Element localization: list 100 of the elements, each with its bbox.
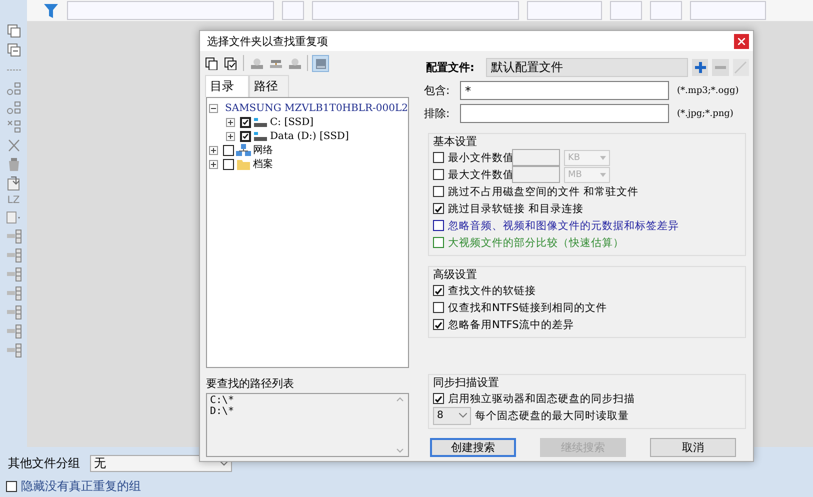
checkbox[interactable] xyxy=(223,144,234,156)
copy-icon[interactable] xyxy=(6,24,22,39)
columns-icon[interactable] xyxy=(6,267,22,282)
tree-icon[interactable] xyxy=(6,119,22,134)
checkbox-label: 跳过目录软链接 和目录连接 xyxy=(448,202,584,216)
caret-icon xyxy=(220,461,228,466)
columns-icon[interactable] xyxy=(6,343,22,358)
size-field[interactable] xyxy=(512,149,560,166)
close-icon xyxy=(738,38,745,44)
tree-item[interactable]: C: [SSD] xyxy=(270,116,314,128)
group-select[interactable]: 无 xyxy=(90,455,232,472)
checkbox[interactable] xyxy=(433,302,444,313)
checkbox[interactable] xyxy=(433,186,444,197)
drive-icon xyxy=(288,56,301,70)
text-field[interactable] xyxy=(282,1,304,20)
columns-icon[interactable] xyxy=(6,286,22,301)
folder-tree[interactable]: SAMSUNG MZVLB1T0HBLR-000L2 C: [SSD] Data (D:) [SSD] 网络 档案 xyxy=(206,97,409,368)
columns-icon[interactable] xyxy=(6,305,22,320)
action-button[interactable]: 取消 xyxy=(650,438,736,457)
field-label: 排除: xyxy=(424,106,451,121)
group-title: 同步扫描设置 xyxy=(433,375,501,390)
tree-icon[interactable] xyxy=(6,81,22,96)
checkbox[interactable] xyxy=(433,393,444,404)
checkbox-label: 隐藏没有真正重复的组 xyxy=(21,478,141,495)
size-field[interactable] xyxy=(512,166,560,183)
folder-icon xyxy=(236,158,251,170)
text-field[interactable] xyxy=(690,1,766,20)
path-entry: D:\* xyxy=(210,406,234,417)
checkbox-label: 启用独立驱动器和固态硬盘的同步扫描 xyxy=(448,392,635,406)
profile-field[interactable]: 默认配置文件 xyxy=(486,58,688,77)
expand-toggle[interactable] xyxy=(209,104,218,112)
drive-icon xyxy=(253,130,268,142)
tree-item[interactable]: 网络 xyxy=(253,143,273,157)
checkbox[interactable] xyxy=(433,152,444,163)
checkbox-label: 最小文件数值 xyxy=(448,150,514,164)
columns-icon[interactable] xyxy=(6,324,22,339)
group-title: 高级设置 xyxy=(433,267,479,282)
path-entry: C:\* xyxy=(210,395,234,406)
caret-icon xyxy=(459,413,467,418)
include-field[interactable]: * xyxy=(460,81,669,100)
text-field[interactable] xyxy=(650,1,682,20)
exclude-field[interactable] xyxy=(460,104,669,123)
tab[interactable]: 路径 xyxy=(249,75,289,97)
plus-icon xyxy=(694,61,707,74)
text-field[interactable] xyxy=(610,1,642,20)
network-icon xyxy=(236,144,251,156)
group-title: 基本设置 xyxy=(433,134,479,149)
checkbox-label: 忽略音频、视频和图像文件的元数据和标签差异 xyxy=(448,218,679,232)
checkbox[interactable] xyxy=(433,319,444,330)
checkbox[interactable] xyxy=(6,481,17,492)
expand-toggle[interactable] xyxy=(226,118,235,126)
field-hint: (*.jpg;*.png) xyxy=(677,108,734,118)
text-field[interactable] xyxy=(527,1,602,20)
profile-label: 配置文件: xyxy=(425,60,476,75)
checkbox[interactable] xyxy=(240,116,251,128)
expand-toggle[interactable] xyxy=(209,146,218,154)
group-label: 其他文件分组 xyxy=(8,455,80,472)
checkbox-label: 跳过不占用磁盘空间的文件 和常驻文件 xyxy=(448,184,638,198)
copy-icon[interactable] xyxy=(6,43,22,58)
drive-icon xyxy=(253,116,268,128)
tool-button[interactable] xyxy=(203,54,220,72)
list-label: 要查找的路径列表 xyxy=(206,376,295,391)
tool-button[interactable] xyxy=(222,54,239,72)
tree-item[interactable]: 档案 xyxy=(253,157,273,171)
count-select[interactable]: 8 xyxy=(433,406,471,424)
checkbox[interactable] xyxy=(223,158,234,170)
checkbox[interactable] xyxy=(433,220,444,231)
action-button[interactable]: 创建搜索 xyxy=(430,438,516,457)
expand-toggle[interactable] xyxy=(209,160,218,168)
columns-icon[interactable] xyxy=(6,248,22,263)
pencil-icon xyxy=(734,61,748,74)
expand-toggle[interactable] xyxy=(226,132,235,140)
add-button[interactable] xyxy=(692,59,708,76)
checkbox-label: 仅查找和NTFS链接到相同的文件 xyxy=(448,300,607,314)
checkbox[interactable] xyxy=(433,203,444,214)
tree-icon[interactable] xyxy=(6,100,22,115)
text-field[interactable] xyxy=(67,1,274,20)
close-button[interactable] xyxy=(734,34,749,48)
close-icon[interactable] xyxy=(6,138,22,153)
field-hint: (*.mp3;*.ogg) xyxy=(677,86,739,96)
window-title: 选择文件夹以查找重复项 xyxy=(207,34,328,48)
tree-item[interactable]: Data (D:) [SSD] xyxy=(270,130,349,142)
path-list[interactable]: C:\* D:\* xyxy=(206,393,409,457)
tab[interactable]: 目录 xyxy=(205,75,249,97)
tree-item[interactable]: SAMSUNG MZVLB1T0HBLR-000L2 xyxy=(225,102,408,114)
checkbox[interactable] xyxy=(433,169,444,180)
scrollbar[interactable] xyxy=(395,395,405,455)
caret-icon xyxy=(600,156,606,160)
checkbox-label: 查找文件的软链接 xyxy=(448,284,536,298)
drive-icon xyxy=(250,56,263,70)
caret-icon xyxy=(600,172,606,176)
field-label: 包含: xyxy=(424,83,451,98)
checkbox-label: 大视频文件的部分比较（快速估算） xyxy=(448,236,624,250)
checkbox-label: 忽略备用NTFS流中的差异 xyxy=(448,318,574,332)
checkbox[interactable] xyxy=(433,285,444,296)
columns-icon[interactable] xyxy=(6,229,22,244)
checkbox[interactable] xyxy=(433,237,444,248)
text-field[interactable] xyxy=(312,1,519,20)
filter-icon[interactable] xyxy=(43,2,59,20)
checkbox[interactable] xyxy=(240,130,251,142)
